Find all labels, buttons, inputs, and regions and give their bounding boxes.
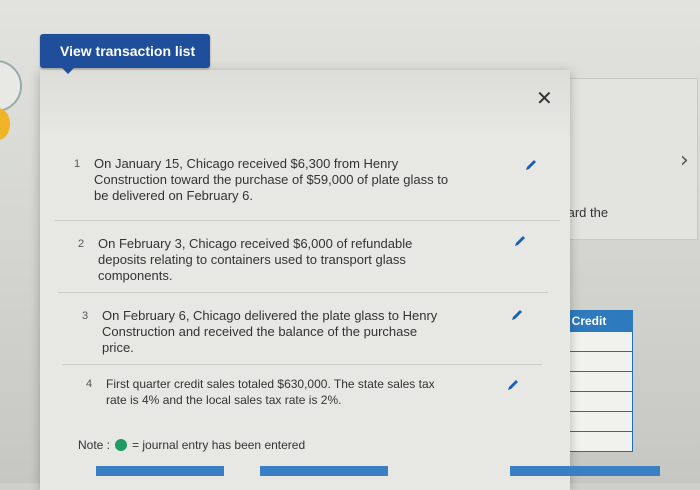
transaction-number: 4 — [86, 378, 93, 390]
view-transaction-list-label: View transaction list — [60, 43, 196, 59]
chevron-right-icon[interactable]: › — [680, 148, 689, 173]
pencil-icon[interactable] — [513, 234, 527, 248]
bottom-button[interactable] — [260, 466, 388, 476]
list-item: 1 On January 15, Chicago received $6,300… — [74, 156, 464, 204]
close-icon[interactable]: ✕ — [536, 86, 553, 110]
transaction-text: On February 6, Chicago delivered the pla… — [102, 308, 438, 355]
list-item: 3 On February 6, Chicago delivered the p… — [82, 308, 442, 356]
note-label: Note : — [78, 438, 111, 452]
divider — [58, 292, 548, 293]
transaction-text: On February 3, Chicago received $6,000 o… — [98, 236, 413, 283]
view-transaction-list-button[interactable]: View transaction list — [40, 34, 210, 74]
pencil-icon[interactable] — [506, 378, 520, 392]
entered-status-icon — [115, 439, 128, 451]
list-item: 4 First quarter credit sales totaled $63… — [86, 376, 456, 408]
pencil-icon[interactable] — [510, 308, 524, 322]
bottom-button[interactable] — [510, 466, 660, 476]
legend-note: Note : = journal entry has been entered — [78, 438, 305, 452]
divider — [62, 364, 542, 365]
caret-down-icon — [62, 68, 74, 74]
transaction-number: 2 — [78, 238, 85, 250]
list-item: 2 On February 3, Chicago received $6,000… — [78, 236, 458, 284]
transaction-text: First quarter credit sales totaled $630,… — [106, 377, 435, 407]
transaction-number: 3 — [82, 310, 89, 322]
divider — [55, 220, 560, 221]
transaction-number: 1 — [74, 158, 81, 170]
note-text: = journal entry has been entered — [132, 438, 306, 452]
transaction-text: On January 15, Chicago received $6,300 f… — [94, 156, 449, 203]
modal-header — [40, 70, 570, 140]
pencil-icon[interactable] — [524, 158, 538, 172]
background-panel-text: /ard the — [564, 205, 609, 220]
bottom-button[interactable] — [96, 466, 224, 476]
